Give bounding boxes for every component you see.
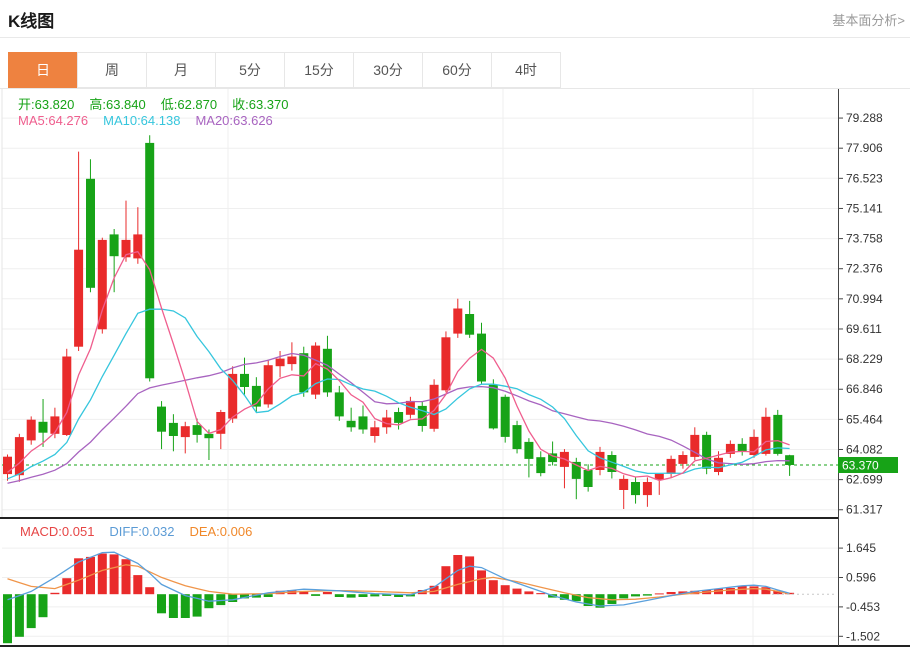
svg-text:75.141: 75.141 (846, 201, 883, 215)
tab-日[interactable]: 日 (8, 52, 78, 88)
legend-item: MA20:63.626 (195, 113, 272, 128)
svg-text:77.906: 77.906 (846, 141, 883, 155)
legend-item: DEA:0.006 (189, 524, 252, 539)
svg-text:70.994: 70.994 (846, 292, 883, 306)
svg-text:73.758: 73.758 (846, 232, 883, 246)
tab-4时[interactable]: 4时 (491, 52, 561, 88)
fundamental-analysis-link[interactable]: 基本面分析> (832, 10, 905, 29)
svg-text:64.082: 64.082 (846, 442, 883, 456)
svg-text:66.846: 66.846 (846, 382, 883, 396)
legend-item: 高:63.840 (89, 97, 145, 112)
tab-60分[interactable]: 60分 (422, 52, 492, 88)
page-title: K线图 (8, 7, 54, 32)
timeframe-tabs: 日周月5分15分30分60分4时 (8, 52, 561, 88)
svg-text:69.611: 69.611 (846, 322, 882, 336)
tab-30分[interactable]: 30分 (353, 52, 423, 88)
svg-text:79.288: 79.288 (846, 111, 883, 125)
svg-text:1.645: 1.645 (846, 541, 876, 555)
svg-text:65.464: 65.464 (846, 412, 883, 426)
svg-text:68.229: 68.229 (846, 352, 883, 366)
legend-item: MACD:0.051 (20, 524, 94, 539)
svg-text:76.523: 76.523 (846, 171, 883, 185)
svg-text:61.317: 61.317 (846, 503, 883, 517)
legend-item: 低:62.870 (161, 97, 217, 112)
page-header: K线图 基本面分析> (0, 0, 910, 38)
legend-item: MA5:64.276 (18, 113, 88, 128)
divider (0, 88, 910, 89)
ohlc-legend: 开:63.820 高:63.840 低:62.870 收:63.370 (18, 94, 304, 113)
svg-text:0.596: 0.596 (846, 570, 876, 584)
macd-legend: MACD:0.051 DIFF:0.032 DEA:0.006 (20, 524, 267, 539)
tab-月[interactable]: 月 (146, 52, 216, 88)
tab-周[interactable]: 周 (77, 52, 147, 88)
legend-item: 开:63.820 (18, 97, 74, 112)
svg-text:72.376: 72.376 (846, 262, 883, 276)
svg-text:62.699: 62.699 (846, 473, 883, 487)
legend-item: MA10:64.138 (103, 113, 180, 128)
svg-text:-1.502: -1.502 (846, 629, 880, 643)
svg-text:-0.453: -0.453 (846, 600, 880, 614)
legend-item: DIFF:0.032 (109, 524, 174, 539)
tab-5分[interactable]: 5分 (215, 52, 285, 88)
legend-item: 收:63.370 (232, 97, 288, 112)
ma-legend: MA5:64.276 MA10:64.138 MA20:63.626 (18, 113, 288, 128)
svg-text:63.370: 63.370 (842, 459, 879, 473)
tab-15分[interactable]: 15分 (284, 52, 354, 88)
